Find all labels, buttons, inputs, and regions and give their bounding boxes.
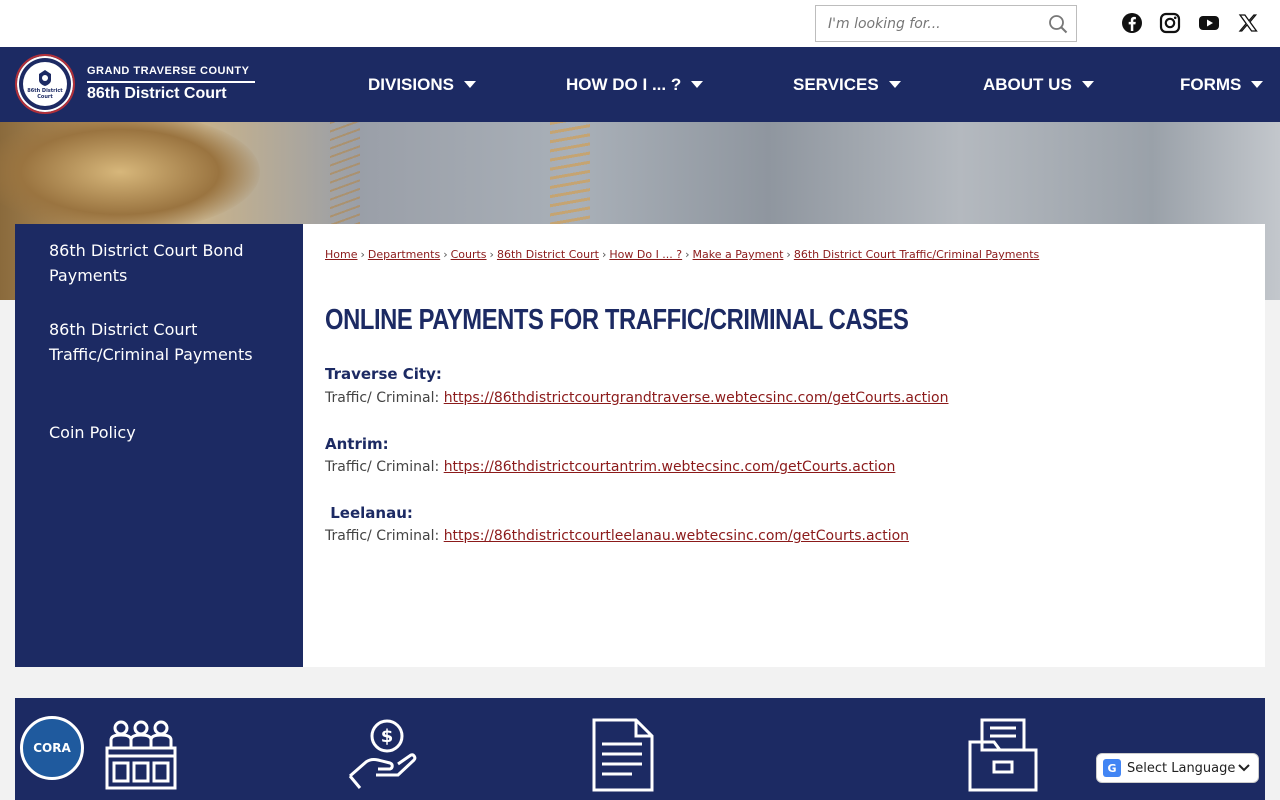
sidebar-item-traffic-criminal-payments[interactable]: 86th District Court Traffic/Criminal Pay… — [49, 317, 279, 367]
nav-services[interactable]: SERVICES — [793, 47, 901, 122]
file-folder-icon[interactable] — [968, 718, 1038, 792]
breadcrumb: Home › Departments › Courts › 86th District Co… — [325, 248, 1039, 261]
nav-forms[interactable]: FORMS — [1180, 47, 1264, 122]
x-icon[interactable] — [1237, 12, 1259, 34]
breadcrumb-link[interactable]: Departments — [368, 248, 440, 261]
state-seal-icon — [39, 70, 51, 86]
payment-type-label: Traffic/ Criminal: — [325, 459, 444, 475]
nav-label: FORMS — [1180, 74, 1242, 94]
location-payment-line: Traffic/ Criminal: https://86thdistrictc… — [325, 390, 949, 406]
quick-links-band: $ — [15, 698, 1265, 800]
breadcrumb-separator: › — [601, 248, 607, 261]
page-title: ONLINE PAYMENTS FOR TRAFFIC/CRIMINAL CAS… — [325, 304, 909, 336]
search-box — [815, 5, 1077, 42]
chevron-down-icon — [1238, 764, 1250, 772]
brand-court[interactable]: 86th District Court — [87, 85, 227, 103]
instagram-icon[interactable] — [1159, 12, 1181, 34]
nav-label: SERVICES — [793, 74, 879, 94]
location-payment-line: Traffic/ Criminal: https://86thdistrictc… — [325, 528, 909, 544]
breadcrumb-separator: › — [489, 248, 494, 261]
cora-chat-button[interactable]: CORA — [20, 716, 84, 780]
payment-hand-icon[interactable]: $ — [346, 718, 420, 792]
breadcrumb-link[interactable]: Courts — [451, 248, 487, 261]
nav-label: HOW DO I ... ? — [566, 74, 682, 94]
google-translate-icon: G — [1103, 759, 1121, 777]
facebook-icon[interactable] — [1121, 12, 1143, 34]
search-input[interactable] — [816, 6, 1036, 41]
brand-county[interactable]: GRAND TRAVERSE COUNTY — [87, 65, 249, 77]
hero-statue-shape — [0, 122, 260, 232]
language-select-label: Select Language — [1127, 760, 1236, 776]
breadcrumb-link[interactable]: 86th District Court — [497, 248, 599, 261]
brand-divider — [87, 81, 255, 83]
breadcrumb-link[interactable]: Make a Payment — [693, 248, 784, 261]
search-icon[interactable] — [1048, 14, 1068, 34]
breadcrumb-separator: › — [685, 248, 690, 261]
top-utility-bar — [0, 0, 1280, 47]
location-heading: Antrim: — [325, 435, 389, 453]
breadcrumb-separator: › — [360, 248, 365, 261]
payment-link[interactable]: https://86thdistrictcourtantrim.webtecsi… — [444, 459, 896, 475]
payment-link[interactable]: https://86thdistrictcourtleelanau.webtec… — [444, 528, 909, 544]
nav-label: ABOUT US — [983, 74, 1072, 94]
seal-inner: 86th District Court — [23, 62, 67, 106]
nav-divisions[interactable]: DIVISIONS — [368, 47, 476, 122]
jury-box-icon[interactable] — [105, 718, 177, 792]
svg-text:$: $ — [381, 726, 394, 747]
sidebar-nav: 86th District Court Bond Payments 86th D… — [15, 224, 303, 667]
location-heading: Leelanau: — [325, 504, 413, 522]
location-payment-line: Traffic/ Criminal: https://86thdistrictc… — [325, 459, 895, 475]
location-heading: Traverse City: — [325, 365, 442, 383]
court-seal-logo[interactable]: 86th District Court — [15, 54, 75, 114]
document-form-icon[interactable] — [592, 718, 654, 792]
hero-chain-shape — [330, 122, 360, 232]
youtube-icon[interactable] — [1198, 12, 1220, 34]
caret-down-icon — [463, 81, 476, 88]
seal-text-2: Court — [37, 94, 53, 100]
breadcrumb-link[interactable]: Home — [325, 248, 357, 261]
breadcrumb-link[interactable]: 86th District Court Traffic/Criminal Pay… — [794, 248, 1039, 261]
breadcrumb-separator: › — [786, 248, 791, 261]
main-header: 86th District Court GRAND TRAVERSE COUNT… — [0, 47, 1280, 122]
caret-down-icon — [888, 81, 901, 88]
caret-down-icon — [1081, 81, 1094, 88]
nav-label: DIVISIONS — [368, 74, 454, 94]
breadcrumb-link[interactable]: How Do I ... ? — [609, 248, 682, 261]
sidebar-item-coin-policy[interactable]: Coin Policy — [49, 420, 279, 445]
breadcrumb-separator: › — [443, 248, 448, 261]
hero-scale-chain-shape — [550, 122, 590, 232]
payment-type-label: Traffic/ Criminal: — [325, 528, 444, 544]
sidebar-item-bond-payments[interactable]: 86th District Court Bond Payments — [49, 238, 279, 288]
payment-type-label: Traffic/ Criminal: — [325, 390, 444, 406]
language-select[interactable]: G Select Language — [1096, 753, 1259, 783]
caret-down-icon — [1251, 81, 1264, 88]
main-content: Home › Departments › Courts › 86th District Co… — [303, 224, 1265, 667]
caret-down-icon — [691, 81, 704, 88]
nav-about-us[interactable]: ABOUT US — [983, 47, 1094, 122]
nav-how-do-i[interactable]: HOW DO I ... ? — [566, 47, 704, 122]
payment-link[interactable]: https://86thdistrictcourtgrandtraverse.w… — [444, 390, 949, 406]
